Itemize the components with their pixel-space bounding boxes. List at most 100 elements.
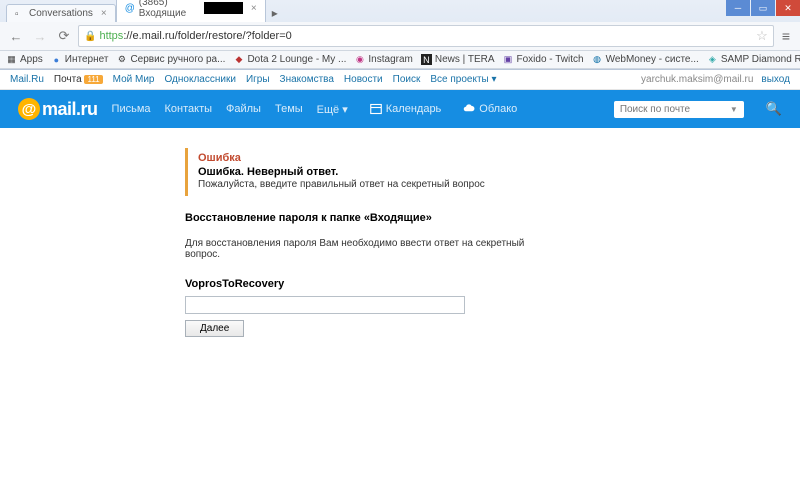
- error-heading: Ошибка. Неверный ответ.: [198, 166, 550, 178]
- chevron-down-icon[interactable]: ▼: [730, 105, 738, 114]
- instruction-text: Для восстановления пароля Вам необходимо…: [185, 238, 560, 260]
- window-maximize-button[interactable]: ▭: [751, 0, 775, 16]
- bookmark-label: Интернет: [65, 54, 109, 65]
- tab-label: (3865) Входящие: [139, 0, 200, 19]
- nav-calendar[interactable]: Календарь: [370, 103, 442, 115]
- bookmark-label: Сервис ручного ра...: [130, 54, 225, 65]
- apps-button[interactable]: ▦ Apps: [6, 54, 43, 65]
- nav-more-label: Ещё: [317, 104, 340, 116]
- bookmark-item[interactable]: NNews | TERA: [421, 54, 495, 65]
- portal-link[interactable]: Одноклассники: [165, 74, 236, 85]
- cloud-label: Облако: [479, 103, 517, 115]
- bookmarks-bar: ▦ Apps ●Интернет ⚙Сервис ручного ра... ◆…: [0, 51, 800, 69]
- bookmark-star-icon[interactable]: ☆: [756, 28, 768, 44]
- tab-inbox[interactable]: @ (3865) Входящие ×: [116, 0, 266, 22]
- globe-icon: ●: [51, 54, 62, 65]
- bookmark-label: News | TERA: [435, 54, 495, 65]
- webmoney-icon: ◍: [592, 54, 603, 65]
- url-input[interactable]: 🔒 https://e.mail.ru/folder/restore/?fold…: [78, 25, 774, 47]
- error-label: Ошибка: [198, 152, 550, 164]
- gear-icon: ⚙: [116, 54, 127, 65]
- bookmark-label: WebMoney - систе...: [606, 54, 699, 65]
- all-projects-label: Все проекты: [430, 74, 488, 85]
- apps-label: Apps: [20, 54, 43, 65]
- secret-question: VoprosToRecovery: [185, 278, 560, 290]
- bookmark-item[interactable]: ▣Foxido - Twitch: [503, 54, 584, 65]
- calendar-label: Календарь: [386, 103, 442, 115]
- portal-link-active[interactable]: Почта 111: [54, 74, 103, 85]
- search-box[interactable]: ▼: [614, 101, 744, 118]
- portal-link[interactable]: Мой Мир: [113, 74, 155, 85]
- at-icon: @: [18, 98, 40, 120]
- bookmark-item[interactable]: ◍WebMoney - систе...: [592, 54, 699, 65]
- nav-files[interactable]: Файлы: [226, 103, 261, 115]
- calendar-icon: [370, 103, 382, 115]
- close-icon[interactable]: ×: [251, 3, 257, 14]
- tab-label: Conversations: [29, 8, 93, 19]
- reload-button[interactable]: ⟳: [54, 26, 74, 46]
- url-rest: ://e.mail.ru/folder/restore/?folder=0: [123, 30, 291, 42]
- bookmark-item[interactable]: ◈SAMP Diamond Rol...: [707, 54, 800, 65]
- news-icon: N: [421, 54, 432, 65]
- window-minimize-button[interactable]: ─: [726, 0, 750, 16]
- nav-themes[interactable]: Темы: [275, 103, 303, 115]
- logout-link[interactable]: выход: [761, 74, 790, 85]
- redacted-region: [204, 2, 243, 14]
- dota-icon: ◆: [233, 54, 244, 65]
- search-input[interactable]: [620, 104, 730, 115]
- nav-contacts[interactable]: Контакты: [165, 103, 213, 115]
- portal-link[interactable]: Mail.Ru: [10, 74, 44, 85]
- logo-text: mail.ru: [42, 99, 98, 120]
- portal-link-label: Почта: [54, 74, 82, 85]
- browser-menu-button[interactable]: ≡: [778, 28, 794, 44]
- nav-more[interactable]: Ещё ▾: [317, 103, 348, 116]
- portal-link[interactable]: Поиск: [393, 74, 421, 85]
- bookmark-label: SAMP Diamond Rol...: [721, 54, 800, 65]
- portal-link[interactable]: Игры: [246, 74, 270, 85]
- user-email[interactable]: yarchuk.maksim@mail.ru: [641, 74, 753, 85]
- tab-strip: ▫ Conversations × @ (3865) Входящие × ▸: [0, 0, 800, 22]
- back-button[interactable]: ←: [6, 26, 26, 46]
- unread-badge: 111: [84, 75, 102, 84]
- bookmark-item[interactable]: ◉Instagram: [354, 54, 412, 65]
- url-scheme: https: [99, 30, 123, 42]
- page-content: Ошибка Ошибка. Неверный ответ. Пожалуйст…: [0, 128, 560, 337]
- error-box: Ошибка Ошибка. Неверный ответ. Пожалуйст…: [185, 148, 560, 196]
- twitch-icon: ▣: [503, 54, 514, 65]
- mailru-portal-bar: Mail.Ru Почта 111 Мой Мир Одноклассники …: [0, 70, 800, 90]
- search-icon[interactable]: 🔍: [766, 101, 782, 117]
- bookmark-item[interactable]: ⚙Сервис ручного ра...: [116, 54, 225, 65]
- mailru-logo[interactable]: @ mail.ru: [18, 98, 98, 120]
- mail-header: @ mail.ru Письма Контакты Файлы Темы Ещё…: [0, 90, 800, 128]
- tab-conversations[interactable]: ▫ Conversations ×: [6, 4, 116, 22]
- nav-letters[interactable]: Письма: [112, 103, 151, 115]
- portal-link[interactable]: Новости: [344, 74, 383, 85]
- samp-icon: ◈: [707, 54, 718, 65]
- lock-icon: 🔒: [84, 31, 96, 42]
- section-title: Восстановление пароля к папке «Входящие»: [185, 212, 560, 224]
- mailru-icon: @: [125, 3, 135, 13]
- portal-all-projects[interactable]: Все проекты ▾: [430, 74, 496, 85]
- page-icon: ▫: [15, 9, 25, 19]
- bookmark-item[interactable]: ◆Dota 2 Lounge - My ...: [233, 54, 346, 65]
- window-controls: ─ ▭ ✕: [726, 0, 800, 16]
- bookmark-label: Foxido - Twitch: [517, 54, 584, 65]
- forward-button[interactable]: →: [30, 26, 50, 46]
- new-tab-button[interactable]: ▸: [266, 4, 284, 22]
- browser-chrome: ─ ▭ ✕ ▫ Conversations × @ (3865) Входящи…: [0, 0, 800, 70]
- bookmark-item[interactable]: ●Интернет: [51, 54, 109, 65]
- close-icon[interactable]: ×: [101, 8, 107, 19]
- answer-input[interactable]: [185, 296, 465, 314]
- nav-cloud[interactable]: Облако: [463, 103, 517, 115]
- portal-user-area: yarchuk.maksim@mail.ru выход: [641, 74, 790, 85]
- cloud-icon: [463, 103, 475, 115]
- bookmark-label: Dota 2 Lounge - My ...: [247, 54, 346, 65]
- address-bar: ← → ⟳ 🔒 https://e.mail.ru/folder/restore…: [0, 22, 800, 51]
- bookmark-label: Instagram: [368, 54, 412, 65]
- apps-icon: ▦: [6, 54, 17, 65]
- instagram-icon: ◉: [354, 54, 365, 65]
- error-text: Пожалуйста, введите правильный ответ на …: [198, 179, 550, 190]
- portal-link[interactable]: Знакомства: [280, 74, 334, 85]
- window-close-button[interactable]: ✕: [776, 0, 800, 16]
- submit-button[interactable]: Далее: [185, 320, 244, 337]
